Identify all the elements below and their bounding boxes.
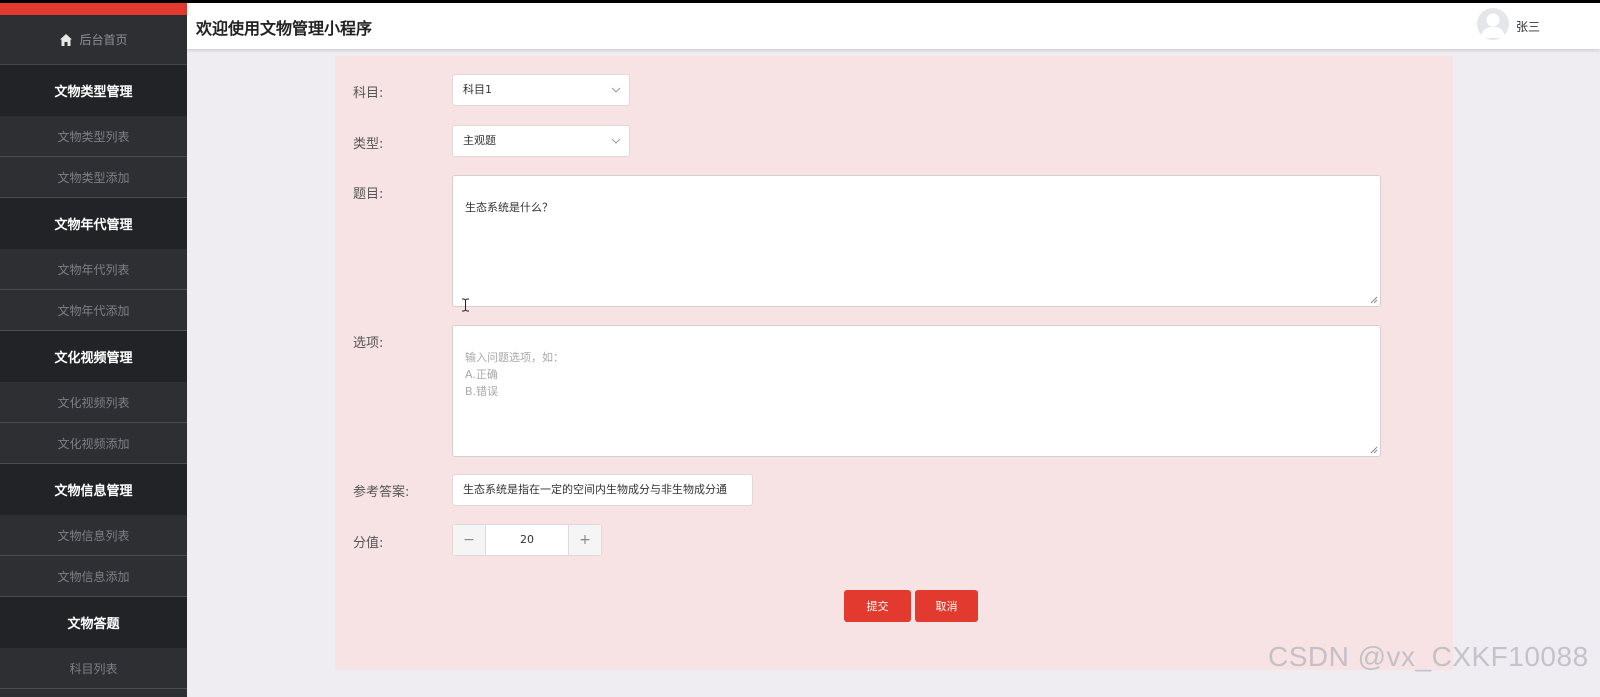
sidebar-group-type[interactable]: 文物类型管理 bbox=[0, 65, 187, 116]
sidebar-accent-bar bbox=[0, 3, 187, 15]
type-select-value: 主观题 bbox=[463, 134, 496, 147]
sidebar-home-label: 后台首页 bbox=[79, 33, 128, 47]
sidebar-item-type-list[interactable]: 文物类型列表 bbox=[0, 116, 187, 157]
subject-select-value: 科目1 bbox=[463, 83, 492, 96]
score-stepper[interactable]: − 20 + bbox=[452, 524, 602, 556]
sidebar-item-info-add[interactable]: 文物信息添加 bbox=[0, 556, 187, 597]
user-icon bbox=[1481, 13, 1505, 38]
increment-button[interactable]: + bbox=[568, 525, 601, 555]
watermark: CSDN @vx_CXKF10088 bbox=[1268, 641, 1589, 672]
subject-select[interactable]: 科目1 bbox=[452, 74, 630, 106]
text-cursor-icon bbox=[462, 298, 469, 312]
answer-input[interactable]: 生态系统是指在一定的空间内生物成分与非生物成分通 bbox=[452, 474, 753, 506]
question-label: 题目: bbox=[353, 187, 384, 202]
sidebar-group-quiz[interactable]: 文物答题 bbox=[0, 597, 187, 648]
sidebar-item-home[interactable]: 后台首页 bbox=[0, 15, 187, 65]
sidebar-item-subject-list[interactable]: 科目列表 bbox=[0, 648, 187, 689]
question-textarea[interactable]: 生态系统是什么？ bbox=[452, 175, 1381, 307]
score-label: 分值: bbox=[353, 536, 384, 551]
sidebar-group-video[interactable]: 文化视频管理 bbox=[0, 331, 187, 382]
decrement-button[interactable]: − bbox=[453, 525, 486, 555]
options-textarea[interactable]: 输入问题选项，如： A.正确 B.错误 bbox=[452, 325, 1381, 457]
cancel-button[interactable]: 取消 bbox=[915, 590, 978, 622]
resize-handle-icon[interactable] bbox=[1370, 296, 1378, 304]
answer-label: 参考答案: bbox=[353, 485, 410, 500]
sidebar-item-video-list[interactable]: 文化视频列表 bbox=[0, 382, 187, 423]
sidebar-item-info-list[interactable]: 文物信息列表 bbox=[0, 515, 187, 556]
resize-handle-icon[interactable] bbox=[1370, 446, 1378, 454]
chevron-down-icon bbox=[611, 138, 621, 144]
options-placeholder: 输入问题选项，如： A.正确 B.错误 bbox=[465, 351, 564, 398]
top-header: 欢迎使用文物管理小程序 张三 bbox=[187, 3, 1600, 49]
app-frame: 后台首页 文物类型管理 文物类型列表 文物类型添加 文物年代管理 文物年代列表 … bbox=[0, 3, 1600, 697]
type-label: 类型: bbox=[353, 137, 384, 152]
sidebar-item-era-list[interactable]: 文物年代列表 bbox=[0, 249, 187, 290]
sidebar-item-video-add[interactable]: 文化视频添加 bbox=[0, 423, 187, 464]
page-title: 欢迎使用文物管理小程序 bbox=[196, 19, 373, 38]
sidebar-item-type-add[interactable]: 文物类型添加 bbox=[0, 157, 187, 198]
options-label: 选项: bbox=[353, 336, 384, 351]
score-value[interactable]: 20 bbox=[486, 525, 568, 555]
chevron-down-icon bbox=[611, 87, 621, 93]
user-name[interactable]: 张三 bbox=[1516, 18, 1540, 35]
home-icon bbox=[60, 33, 73, 46]
sidebar-group-info[interactable]: 文物信息管理 bbox=[0, 464, 187, 515]
type-select[interactable]: 主观题 bbox=[452, 125, 630, 157]
question-text: 生态系统是什么？ bbox=[465, 201, 553, 214]
submit-button[interactable]: 提交 bbox=[844, 590, 911, 622]
sidebar-group-era[interactable]: 文物年代管理 bbox=[0, 198, 187, 249]
sidebar-item-era-add[interactable]: 文物年代添加 bbox=[0, 290, 187, 331]
sidebar: 后台首页 文物类型管理 文物类型列表 文物类型添加 文物年代管理 文物年代列表 … bbox=[0, 3, 187, 697]
avatar[interactable] bbox=[1477, 8, 1509, 40]
subject-label: 科目: bbox=[353, 86, 384, 101]
